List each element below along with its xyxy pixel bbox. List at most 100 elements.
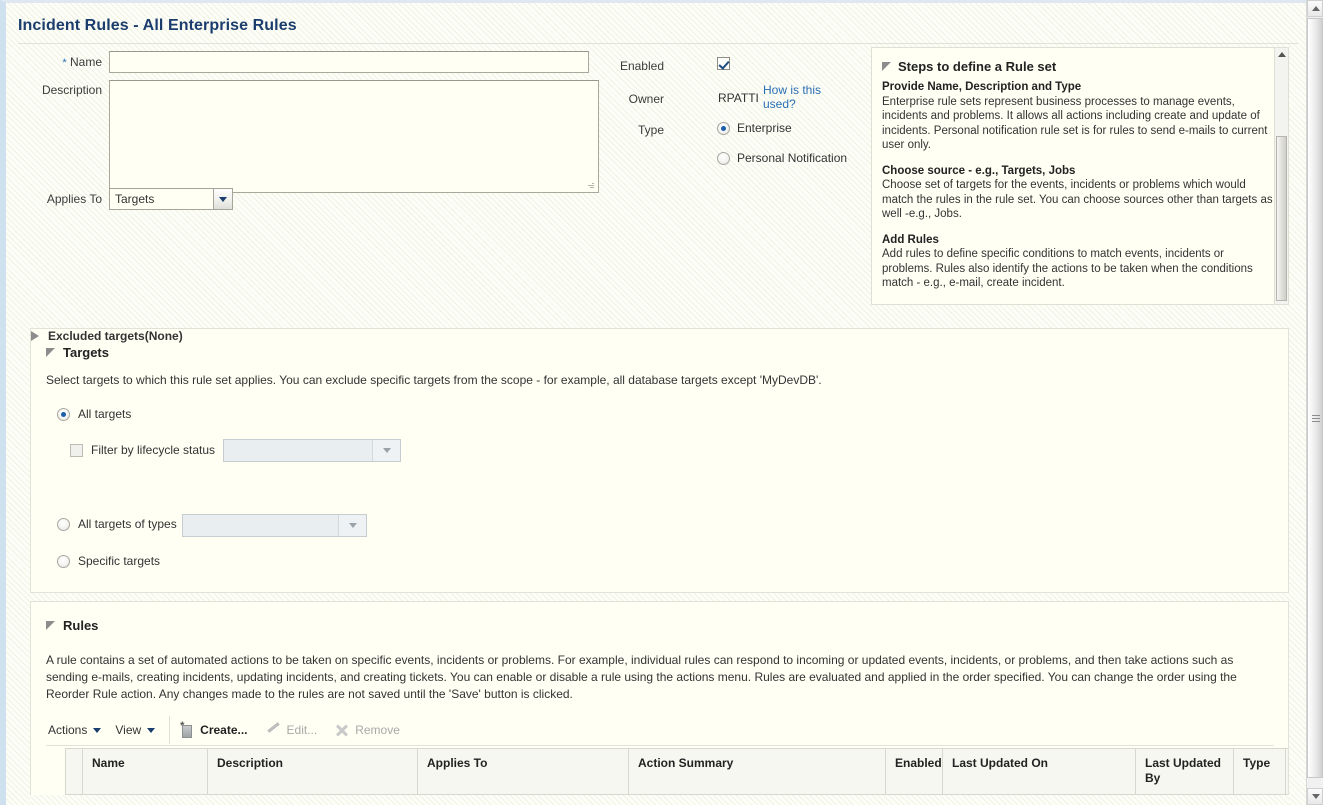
chevron-down-icon [93, 727, 102, 733]
lifecycle-status-select[interactable] [223, 439, 401, 462]
specific-targets-radio[interactable] [57, 554, 70, 568]
name-input[interactable] [109, 51, 589, 73]
rules-table-column-header-label: Type [1243, 756, 1271, 770]
help-panel-title: Steps to define a Rule set [898, 59, 1057, 74]
all-targets-radio[interactable] [57, 407, 70, 421]
application-page: Incident Rules - All Enterprise Rules * … [0, 0, 1323, 805]
all-targets-option[interactable]: All targets [57, 407, 131, 421]
rules-table-column-header-label: Last Updated On [952, 756, 1049, 770]
target-types-select[interactable] [182, 514, 367, 537]
applies-to-dropdown-button[interactable] [213, 189, 232, 209]
all-targets-label: All targets [78, 407, 132, 421]
help-section-body: Choose set of targets for the events, in… [882, 179, 1273, 220]
page-title: Incident Rules - All Enterprise Rules [18, 17, 297, 34]
page-bottom-edge [30, 795, 1289, 805]
edit-button-label: Edit... [286, 723, 318, 737]
lifecycle-status-value [224, 440, 372, 461]
specific-targets-label: Specific targets [78, 554, 161, 568]
disclosure-triangle-icon[interactable] [882, 62, 891, 71]
rules-table-column-header[interactable]: Last Updated On [943, 749, 1136, 794]
rules-table-column-header[interactable]: Enabled [886, 749, 943, 794]
help-panel-scroll-thumb[interactable] [1276, 136, 1287, 301]
enabled-checkbox[interactable] [717, 57, 730, 70]
rules-table-column-header[interactable]: Description [208, 749, 418, 794]
page-content: Incident Rules - All Enterprise Rules * … [6, 3, 1323, 805]
disclosure-triangle-icon[interactable] [46, 348, 55, 357]
scroll-up-button[interactable] [1307, 0, 1323, 17]
filter-lifecycle-checkbox[interactable] [70, 443, 83, 457]
scroll-down-button[interactable] [1307, 788, 1323, 805]
targets-section: Targets Select targets to which this rul… [30, 328, 1289, 593]
actions-menu-label: Actions [48, 723, 88, 737]
help-panel-body: Provide Name, Description and Type Enter… [882, 80, 1277, 291]
chevron-down-icon [382, 448, 391, 453]
chevron-down-icon [219, 196, 227, 202]
rules-table-column-header-label: Action Summary [638, 756, 734, 770]
help-panel-header[interactable]: Steps to define a Rule set [882, 59, 1056, 74]
rules-table-column-header[interactable]: Applies To [418, 749, 629, 794]
targets-description: Select targets to which this rule set ap… [46, 373, 822, 387]
owner-label: Owner [628, 92, 664, 106]
type-radio-personal-notification[interactable] [717, 152, 730, 165]
rules-table-column-header[interactable]: Action Summary [629, 749, 886, 794]
lifecycle-status-dropdown-button[interactable] [372, 440, 400, 461]
title-divider [18, 43, 1298, 44]
help-section-heading: Provide Name, Description and Type [882, 81, 1082, 93]
targets-section-header[interactable]: Targets [46, 345, 109, 360]
target-types-dropdown-button[interactable] [338, 515, 366, 536]
rules-table-column-header-label: Last Updated By [1145, 756, 1222, 785]
help-section-body: Enterprise rule sets represent business … [882, 95, 1268, 152]
new-document-icon: * [180, 720, 194, 738]
disclosure-triangle-icon[interactable] [46, 621, 55, 630]
description-input[interactable] [109, 80, 599, 193]
help-section-heading: Choose source - e.g., Targets, Jobs [882, 164, 1076, 177]
rules-section-header[interactable]: Rules [46, 618, 98, 633]
name-label: * Name [40, 55, 102, 69]
all-targets-of-types-label: All targets of types [78, 517, 177, 531]
rules-table-column-header-label: Enabled [895, 756, 942, 770]
close-x-icon [335, 723, 349, 737]
applies-to-value: Targets [115, 192, 155, 206]
applies-to-select[interactable]: Targets [109, 188, 233, 210]
remove-button[interactable]: Remove [335, 719, 400, 741]
edit-button[interactable]: Edit... [266, 719, 318, 741]
disclosure-triangle-right-icon[interactable] [31, 331, 39, 341]
targets-section-title: Targets [63, 345, 109, 360]
rules-description: A rule contains a set of automated actio… [46, 653, 1237, 701]
rules-table-column-header-label: Applies To [427, 756, 488, 770]
all-targets-of-types-option[interactable]: All targets of types [57, 517, 177, 531]
scroll-up-arrow-icon[interactable] [1278, 52, 1286, 57]
rules-table-column-header[interactable]: Type [1234, 749, 1286, 794]
row-select-column-header [66, 749, 83, 794]
rules-table-column-header[interactable]: Name [83, 749, 208, 794]
required-marker-icon: * [62, 57, 67, 69]
actions-menu[interactable]: Actions [46, 719, 113, 741]
help-panel-scrollbar[interactable] [1274, 48, 1288, 304]
filter-lifecycle-option[interactable]: Filter by lifecycle status [70, 443, 215, 457]
all-targets-of-types-radio[interactable] [57, 517, 70, 531]
type-radio-enterprise-label: Enterprise [737, 121, 792, 135]
browser-scroll-thumb[interactable] [1307, 18, 1323, 778]
triangle-up-icon [1312, 6, 1320, 11]
rules-table-header: Name Description Applies To Action Summary E… [65, 748, 1288, 795]
specific-targets-option[interactable]: Specific targets [57, 554, 160, 568]
rules-table-column-header-label: Description [217, 756, 284, 770]
toolbar-divider [169, 716, 171, 744]
rules-section: Rules A rule contains a set of automated… [30, 601, 1289, 805]
how-is-this-used-link[interactable]: How is this used? [763, 83, 833, 111]
view-menu[interactable]: View [113, 719, 167, 741]
create-button[interactable]: * Create... [180, 719, 248, 741]
browser-scrollbar[interactable] [1306, 0, 1323, 805]
filter-lifecycle-label: Filter by lifecycle status [91, 443, 216, 457]
rules-section-title: Rules [63, 618, 99, 633]
help-section: Choose source - e.g., Targets, Jobs Choo… [882, 164, 1277, 222]
type-radio-personal-notification-label: Personal Notification [737, 151, 848, 165]
excluded-targets-disclosure[interactable]: Excluded targets(None) [31, 329, 1288, 343]
type-radio-enterprise[interactable] [717, 122, 730, 135]
description-label: Description [41, 83, 102, 97]
enabled-label: Enabled [619, 59, 664, 73]
scroll-thumb-grip-icon [1312, 415, 1320, 424]
rules-table-column-header[interactable]: Last Updated By [1136, 749, 1234, 794]
pencil-icon [266, 721, 281, 738]
type-label: Type [637, 123, 664, 137]
